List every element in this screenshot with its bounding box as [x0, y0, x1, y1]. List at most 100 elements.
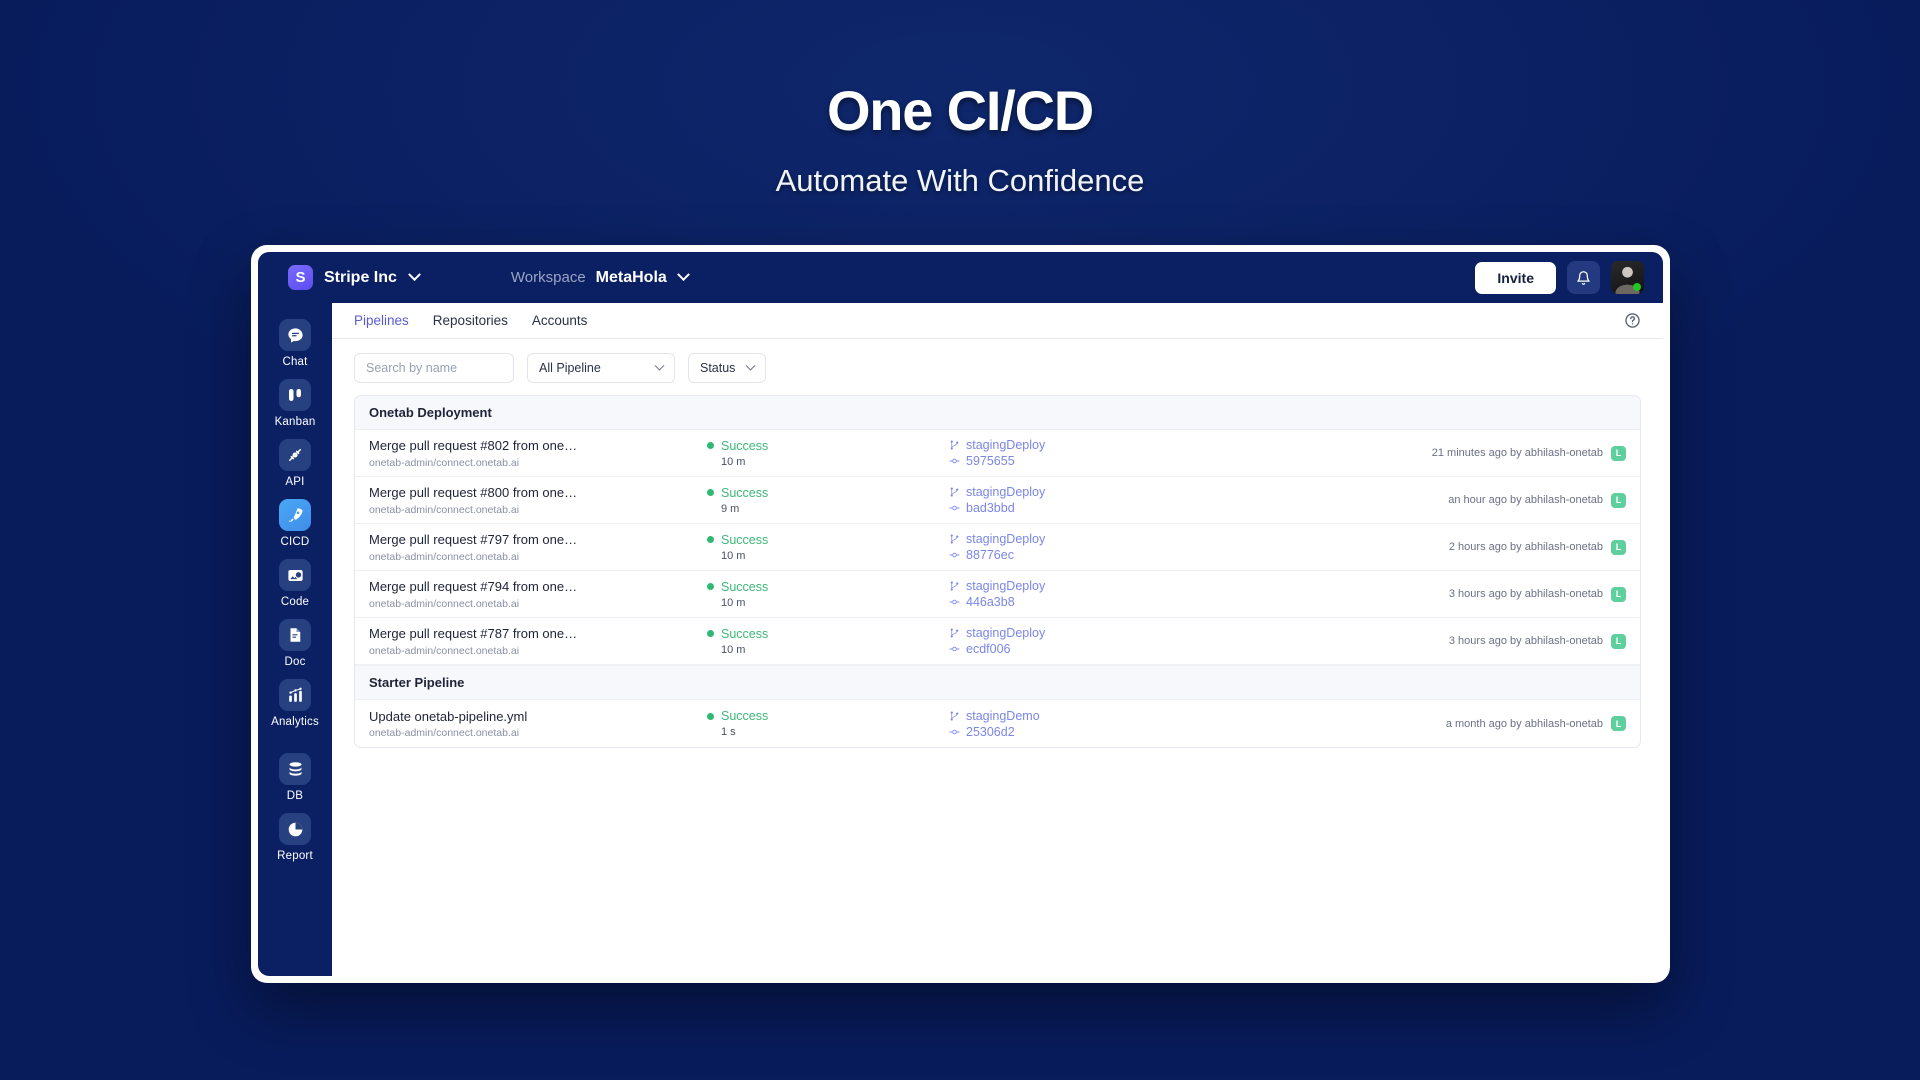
git-branch-icon	[950, 440, 959, 450]
sidebar-item-api[interactable]: API	[258, 432, 332, 492]
sidebar-item-code[interactable]: Code	[258, 552, 332, 612]
database-icon	[279, 753, 311, 785]
author-avatar: L	[1611, 539, 1626, 555]
chevron-down-icon	[654, 360, 665, 371]
branch-cell: stagingDeploy 5975655	[949, 438, 1432, 468]
status-dot-icon	[707, 583, 714, 590]
git-commit-icon	[949, 458, 960, 464]
git-commit-icon	[949, 552, 960, 558]
git-branch-icon	[950, 628, 959, 638]
app-window: S Stripe Inc Workspace MetaHola Invite C…	[251, 245, 1670, 983]
git-branch-icon	[950, 581, 959, 591]
pipeline-filter-select[interactable]: All Pipeline	[527, 353, 675, 383]
notifications-button[interactable]	[1567, 261, 1600, 294]
pipeline-name-cell: Update onetab-pipeline.yml onetab-admin/…	[369, 708, 699, 740]
rocket-icon	[279, 499, 311, 531]
branch-name[interactable]: stagingDeploy	[966, 485, 1045, 499]
status-dot-icon	[707, 489, 714, 496]
timestamp: an hour ago by abhilash-onetab	[1448, 494, 1603, 506]
commit-hash[interactable]: bad3bbd	[966, 501, 1015, 515]
branch-cell: stagingDemo 25306d2	[949, 709, 1446, 739]
table-row[interactable]: Merge pull request #794 from one… onetab…	[355, 571, 1640, 618]
repo-name: onetab-admin/connect.onetab.ai	[369, 503, 520, 516]
table-row[interactable]: Merge pull request #797 from one… onetab…	[355, 524, 1640, 571]
branch-cell: stagingDeploy ecdf006	[949, 626, 1449, 656]
table-row[interactable]: Merge pull request #802 from one… onetab…	[355, 430, 1640, 477]
repo-name: onetab-admin/connect.onetab.ai	[369, 550, 520, 563]
sidebar-item-doc[interactable]: Doc	[258, 612, 332, 672]
status-dot-icon	[707, 536, 714, 543]
timestamp: 21 minutes ago by abhilash-onetab	[1431, 447, 1603, 459]
sidebar-item-chat[interactable]: Chat	[258, 312, 332, 372]
tab-pipelines[interactable]: Pipelines	[354, 313, 409, 328]
tab-repositories[interactable]: Repositories	[433, 313, 508, 328]
online-status-dot	[1633, 283, 1641, 291]
repo-name: onetab-admin/connect.onetab.ai	[369, 597, 520, 610]
pipeline-name-cell: Merge pull request #800 from one… onetab…	[369, 484, 699, 516]
help-circle-icon[interactable]	[1624, 312, 1641, 329]
duration: 10 m	[721, 549, 746, 562]
chevron-down-icon	[745, 360, 756, 371]
duration: 9 m	[721, 502, 740, 515]
meta-cell: 3 hours ago by abhilash-onetab L	[1448, 633, 1626, 649]
commit-hash[interactable]: ecdf006	[966, 642, 1010, 656]
branch-cell: stagingDeploy 88776ec	[949, 532, 1449, 562]
sidebar-item-cicd[interactable]: CICD	[258, 492, 332, 552]
status-badge: Success	[721, 579, 769, 594]
status-filter-select[interactable]: Status	[688, 353, 766, 383]
pipelines-table: Onetab Deployment Merge pull request #80…	[354, 395, 1641, 748]
commit-hash[interactable]: 5975655	[966, 454, 1015, 468]
chat-bubble-icon	[279, 319, 311, 351]
sidebar-item-label: Kanban	[274, 416, 316, 428]
status-badge: Success	[721, 485, 769, 500]
stripe-logo-icon: S	[288, 265, 313, 290]
top-bar: S Stripe Inc Workspace MetaHola Invite	[258, 252, 1663, 303]
status-badge: Success	[721, 532, 769, 547]
table-row[interactable]: Merge pull request #800 from one… onetab…	[355, 477, 1640, 524]
timestamp: 2 hours ago by abhilash-onetab	[1448, 541, 1603, 553]
workspace-switcher[interactable]: Workspace MetaHola	[511, 268, 690, 287]
hero-section: One CI/CD Automate With Confidence	[0, 0, 1920, 199]
document-icon	[279, 619, 311, 651]
commit-hash[interactable]: 446a3b8	[966, 595, 1015, 609]
status-cell: Success 10 m	[699, 533, 949, 562]
meta-cell: 2 hours ago by abhilash-onetab L	[1448, 539, 1626, 555]
invite-button[interactable]: Invite	[1475, 261, 1556, 294]
status-badge: Success	[721, 438, 769, 453]
timestamp: 3 hours ago by abhilash-onetab	[1448, 588, 1603, 600]
group-header: Onetab Deployment	[355, 396, 1640, 430]
sidebar-item-analytics[interactable]: Analytics	[258, 672, 332, 732]
author-avatar: L	[1611, 492, 1626, 508]
pipeline-name-cell: Merge pull request #787 from one… onetab…	[369, 625, 699, 657]
sidebar-item-db[interactable]: DB	[258, 746, 332, 806]
author-avatar: L	[1611, 586, 1626, 602]
sidebar-item-report[interactable]: Report	[258, 806, 332, 866]
commit-hash[interactable]: 88776ec	[966, 548, 1014, 562]
duration: 10 m	[721, 455, 746, 468]
git-branch-icon	[950, 487, 959, 497]
branch-name[interactable]: stagingDeploy	[966, 532, 1045, 546]
main-content: Pipelines Repositories Accounts All Pipe…	[332, 303, 1663, 976]
branch-name[interactable]: stagingDeploy	[966, 626, 1045, 640]
tab-accounts[interactable]: Accounts	[532, 313, 588, 328]
search-input[interactable]	[354, 353, 514, 383]
branch-name[interactable]: stagingDeploy	[966, 579, 1045, 593]
sidebar-item-kanban[interactable]: Kanban	[258, 372, 332, 432]
bell-icon	[1577, 270, 1590, 285]
status-cell: Success 10 m	[699, 439, 949, 468]
branch-name[interactable]: stagingDemo	[966, 709, 1040, 723]
branch-name[interactable]: stagingDeploy	[966, 438, 1045, 452]
org-switcher[interactable]: S Stripe Inc	[288, 265, 421, 290]
table-row[interactable]: Update onetab-pipeline.yml onetab-admin/…	[355, 700, 1640, 747]
workspace-value: MetaHola	[595, 268, 667, 286]
page-title: One CI/CD	[826, 79, 1094, 142]
sidebar-item-label: API	[285, 476, 305, 488]
timestamp: 3 hours ago by abhilash-onetab	[1448, 635, 1603, 647]
commit-hash[interactable]: 25306d2	[966, 725, 1015, 739]
filter-bar: All Pipeline Status	[332, 339, 1663, 395]
status-dot-icon	[707, 712, 714, 720]
tab-bar: Pipelines Repositories Accounts	[332, 303, 1663, 339]
avatar[interactable]	[1611, 261, 1644, 294]
table-row[interactable]: Merge pull request #787 from one… onetab…	[355, 618, 1640, 665]
code-window-icon	[279, 559, 311, 591]
